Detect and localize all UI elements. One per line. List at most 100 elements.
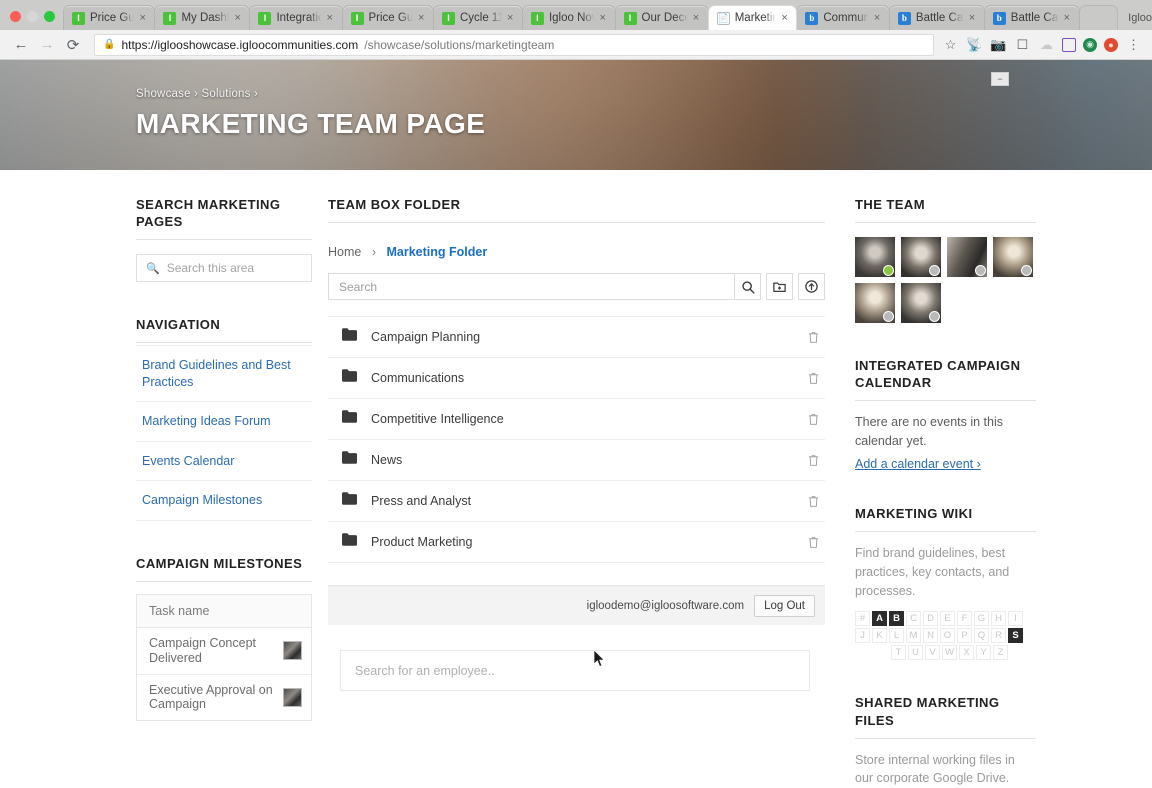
tab-close-icon[interactable]: × bbox=[781, 12, 790, 24]
avatar[interactable] bbox=[855, 237, 895, 278]
purple-extension-icon[interactable] bbox=[1062, 37, 1076, 52]
tab-square-icon[interactable]: ☐ bbox=[1014, 36, 1031, 53]
browser-tab[interactable]: I Price Guid × bbox=[63, 5, 156, 30]
profile-name[interactable]: Igloo bbox=[1128, 12, 1152, 30]
alphabet-key-e[interactable]: E bbox=[940, 611, 955, 627]
browser-tab[interactable]: I Integration × bbox=[249, 5, 343, 30]
sidebar-item-campaign-milestones[interactable]: Campaign Milestones bbox=[136, 481, 312, 521]
alphabet-key-m[interactable]: M bbox=[906, 628, 921, 644]
browser-tab[interactable]: I My Dashbo × bbox=[154, 5, 251, 30]
new-tab-button[interactable] bbox=[1078, 5, 1119, 30]
alphabet-key-b[interactable]: B bbox=[889, 611, 904, 627]
logout-button[interactable]: Log Out bbox=[754, 594, 815, 617]
upload-icon[interactable] bbox=[798, 273, 825, 301]
forward-icon[interactable]: → bbox=[34, 32, 60, 58]
zoom-window-button[interactable] bbox=[44, 11, 55, 22]
alphabet-key-t[interactable]: T bbox=[891, 645, 906, 661]
cloud-icon[interactable]: ☁ bbox=[1038, 36, 1055, 53]
alphabet-key-o[interactable]: O bbox=[940, 628, 955, 644]
reload-icon[interactable]: ⟳ bbox=[60, 32, 86, 58]
box-search-input[interactable]: Search bbox=[328, 273, 735, 301]
sidebar-item-brand-guidelines[interactable]: Brand Guidelines and Best Practices bbox=[136, 345, 312, 403]
table-row[interactable]: Executive Approval on Campaign bbox=[137, 675, 311, 721]
list-item[interactable]: Product Marketing bbox=[328, 522, 825, 564]
alphabet-key-l[interactable]: L bbox=[889, 628, 904, 644]
alphabet-key-k[interactable]: K bbox=[872, 628, 887, 644]
alphabet-key-f[interactable]: F bbox=[957, 611, 972, 627]
delete-icon[interactable] bbox=[805, 536, 821, 549]
alphabet-key-a[interactable]: A bbox=[872, 611, 887, 627]
avatar[interactable] bbox=[947, 237, 987, 278]
browser-tab[interactable]: I Price Guid × bbox=[341, 5, 434, 30]
alphabet-key-v[interactable]: V bbox=[925, 645, 940, 661]
employee-search-input[interactable]: Search for an employee.. bbox=[340, 650, 810, 692]
alphabet-key-r[interactable]: R bbox=[991, 628, 1006, 644]
address-bar[interactable]: 🔒 https://iglooshowcase.igloocommunities… bbox=[94, 33, 934, 56]
tab-close-icon[interactable]: × bbox=[327, 12, 336, 24]
camera-icon[interactable]: 📷 bbox=[990, 36, 1007, 53]
alphabet-key-z[interactable]: Z bbox=[993, 645, 1008, 661]
list-item[interactable]: Communications bbox=[328, 358, 825, 400]
collapse-banner-button[interactable]: − bbox=[991, 72, 1009, 86]
alphabet-key-h[interactable]: H bbox=[991, 611, 1006, 627]
delete-icon[interactable] bbox=[805, 454, 821, 467]
alphabet-key-p[interactable]: P bbox=[957, 628, 972, 644]
tab-close-icon[interactable]: × bbox=[969, 12, 978, 24]
breadcrumb-home[interactable]: Home bbox=[328, 245, 361, 259]
tab-close-icon[interactable]: × bbox=[139, 12, 148, 24]
star-icon[interactable]: ☆ bbox=[942, 36, 959, 53]
tab-close-icon[interactable]: × bbox=[418, 12, 427, 24]
green-extension-icon[interactable]: ◉ bbox=[1083, 37, 1097, 52]
delete-icon[interactable] bbox=[805, 372, 821, 385]
browser-tab[interactable]: b Battle Card × bbox=[983, 5, 1080, 30]
alphabet-key-s[interactable]: S bbox=[1008, 628, 1023, 644]
search-icon[interactable] bbox=[734, 273, 761, 301]
avatar[interactable] bbox=[901, 237, 941, 278]
alphabet-key-w[interactable]: W bbox=[942, 645, 957, 661]
alphabet-key-g[interactable]: G bbox=[974, 611, 989, 627]
alphabet-key-x[interactable]: X bbox=[959, 645, 974, 661]
browser-tab[interactable]: b Battle Card × bbox=[888, 5, 985, 30]
table-row[interactable]: Campaign Concept Delivered bbox=[137, 628, 311, 675]
add-calendar-event-link[interactable]: Add a calendar event › bbox=[855, 457, 1036, 471]
close-window-button[interactable] bbox=[10, 11, 21, 22]
delete-icon[interactable] bbox=[805, 413, 821, 426]
search-input[interactable]: 🔍 Search this area bbox=[136, 254, 312, 283]
tab-close-icon[interactable]: × bbox=[693, 12, 702, 24]
avatar[interactable] bbox=[901, 283, 941, 324]
avatar[interactable] bbox=[855, 283, 895, 324]
new-folder-icon[interactable] bbox=[766, 273, 793, 301]
browser-tab[interactable]: I Igloo Nove × bbox=[521, 5, 616, 30]
browser-tab[interactable]: I Cycle 11 - × bbox=[432, 5, 523, 30]
tab-close-icon[interactable]: × bbox=[507, 12, 516, 24]
list-item[interactable]: Competitive Intelligence bbox=[328, 399, 825, 441]
alphabet-key-y[interactable]: Y bbox=[976, 645, 991, 661]
tab-close-icon[interactable]: × bbox=[874, 12, 883, 24]
minimize-window-button[interactable] bbox=[27, 11, 38, 22]
list-item[interactable]: News bbox=[328, 440, 825, 482]
alphabet-key-d[interactable]: D bbox=[923, 611, 938, 627]
alphabet-key-q[interactable]: Q bbox=[974, 628, 989, 644]
alphabet-key-j[interactable]: J bbox=[855, 628, 870, 644]
avatar[interactable] bbox=[993, 237, 1033, 278]
menu-kebab-icon[interactable]: ⋮ bbox=[1125, 36, 1142, 53]
alphabet-key-n[interactable]: N bbox=[923, 628, 938, 644]
alphabet-key-hash[interactable]: # bbox=[855, 611, 870, 627]
list-item[interactable]: Campaign Planning bbox=[328, 316, 825, 359]
tab-close-icon[interactable]: × bbox=[234, 12, 243, 24]
browser-tab[interactable]: b Communic × bbox=[796, 5, 890, 30]
tab-close-icon[interactable]: × bbox=[600, 12, 609, 24]
back-icon[interactable]: ← bbox=[8, 32, 34, 58]
delete-icon[interactable] bbox=[805, 495, 821, 508]
delete-icon[interactable] bbox=[805, 331, 821, 344]
tab-close-icon[interactable]: × bbox=[1064, 12, 1073, 24]
browser-tab-active[interactable]: 📄 Marketing × bbox=[707, 5, 798, 30]
sidebar-item-events-calendar[interactable]: Events Calendar bbox=[136, 442, 312, 482]
cast-icon[interactable]: 📡 bbox=[966, 36, 983, 53]
red-extension-icon[interactable]: ● bbox=[1104, 37, 1118, 52]
alphabet-key-u[interactable]: U bbox=[908, 645, 923, 661]
alphabet-key-c[interactable]: C bbox=[906, 611, 921, 627]
alphabet-key-i[interactable]: I bbox=[1008, 611, 1023, 627]
browser-tab[interactable]: I Our Decen × bbox=[614, 5, 709, 30]
sidebar-item-marketing-ideas[interactable]: Marketing Ideas Forum bbox=[136, 402, 312, 442]
